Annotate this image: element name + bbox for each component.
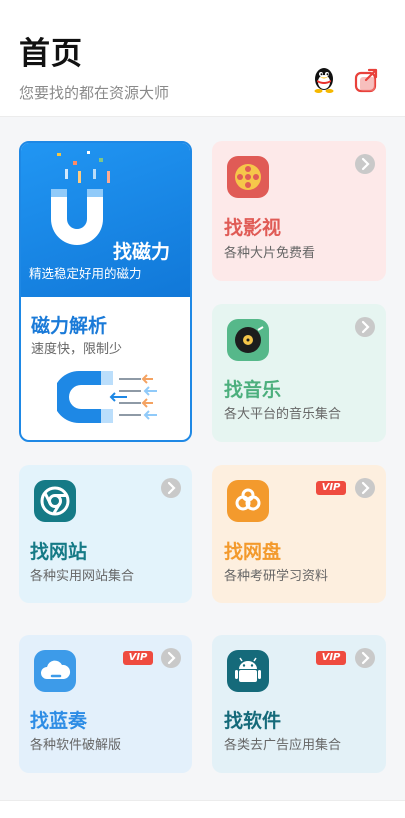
site-desc: 各种实用网站集合: [30, 569, 135, 584]
page-subtitle: 您要找的都在资源大师: [19, 84, 170, 102]
lanzou-card[interactable]: VIP 找蓝奏 各种软件破解版: [19, 635, 192, 773]
magnet-parse-title: 磁力解析: [31, 315, 108, 337]
android-icon: [227, 650, 269, 692]
pan-card[interactable]: VIP 找网盘 各种考研学习资料: [212, 465, 386, 603]
site-title: 找网站: [30, 541, 88, 563]
bottom-strip: [0, 800, 405, 818]
software-card[interactable]: VIP 找软件 各类去广告应用集合: [212, 635, 386, 773]
magnet-banner[interactable]: 找磁力 精选稳定好用的磁力: [21, 143, 190, 297]
video-title: 找影视: [224, 217, 282, 239]
site-card[interactable]: 找网站 各种实用网站集合: [19, 465, 192, 603]
qq-button[interactable]: [309, 64, 339, 96]
site-chevron-icon: [161, 478, 181, 498]
app-header: 首页 您要找的都在资源大师: [0, 0, 405, 117]
software-vip-badge: VIP: [316, 651, 346, 665]
chrome-icon: [34, 480, 76, 522]
horseshoe-magnet-icon: [57, 371, 157, 423]
cloud-icon: [34, 650, 76, 692]
pan-vip-badge: VIP: [316, 481, 346, 495]
video-card[interactable]: 找影视 各种大片免费看: [212, 141, 386, 281]
share-button[interactable]: [351, 64, 381, 96]
lanzou-vip-badge: VIP: [123, 651, 153, 665]
lanzou-desc: 各种软件破解版: [30, 738, 122, 753]
pan-chevron-icon: [355, 478, 375, 498]
magnet-card[interactable]: 找磁力 精选稳定好用的磁力 磁力解析 速度快，限制少: [19, 141, 192, 442]
share-icon: [354, 68, 378, 93]
film-reel-icon: [227, 156, 269, 198]
music-chevron-icon: [355, 317, 375, 337]
magnet-banner-title: 找磁力: [113, 241, 171, 263]
lanzou-chevron-icon: [161, 648, 181, 668]
video-desc: 各种大片免费看: [224, 246, 316, 261]
lanzou-title: 找蓝奏: [30, 710, 88, 732]
cloud-disk-icon: [227, 480, 269, 522]
magnet-banner-desc: 精选稳定好用的磁力: [29, 266, 142, 281]
vinyl-record-icon: [227, 319, 269, 361]
page-title: 首页: [19, 36, 83, 72]
video-chevron-icon: [355, 154, 375, 174]
pan-desc: 各种考研学习资料: [224, 569, 329, 584]
pan-title: 找网盘: [224, 541, 282, 563]
software-title: 找软件: [224, 710, 282, 732]
music-desc: 各大平台的音乐集合: [224, 407, 342, 422]
music-card[interactable]: 找音乐 各大平台的音乐集合: [212, 304, 386, 442]
magnet-parse-desc: 速度快，限制少: [31, 342, 123, 357]
penguin-icon: [314, 68, 334, 93]
music-title: 找音乐: [224, 379, 282, 401]
software-desc: 各类去广告应用集合: [224, 738, 342, 753]
software-chevron-icon: [355, 648, 375, 668]
